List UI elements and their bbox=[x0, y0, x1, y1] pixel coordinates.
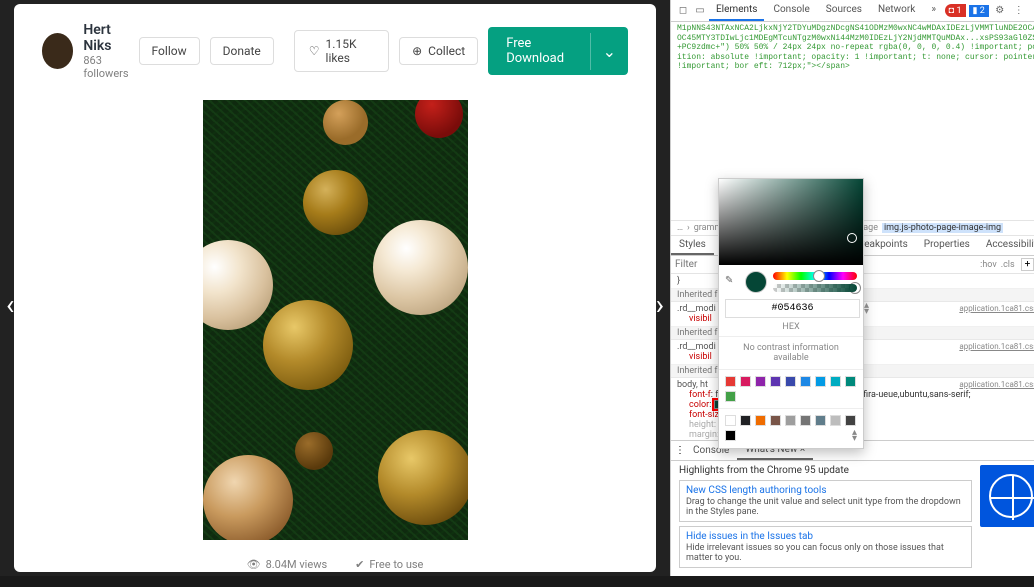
likes-count: 1.15K likes bbox=[326, 37, 375, 65]
hex-label: HEX bbox=[719, 322, 863, 336]
new-rule-button[interactable]: + bbox=[1021, 258, 1034, 271]
palette-swatch[interactable] bbox=[755, 415, 766, 426]
followers-label: 863 followers bbox=[83, 54, 128, 80]
palette-toggle-icon[interactable]: ▴▾ bbox=[852, 430, 857, 442]
download-button[interactable]: Free Download ⌄ bbox=[488, 27, 628, 75]
format-toggle-icon[interactable]: ▴▾ bbox=[864, 303, 869, 315]
palette-swatch[interactable] bbox=[845, 376, 856, 387]
current-color-swatch bbox=[745, 271, 767, 293]
palette-swatch[interactable] bbox=[830, 376, 841, 387]
palette-swatch[interactable] bbox=[800, 415, 811, 426]
saturation-field[interactable] bbox=[719, 179, 863, 265]
likes-button[interactable]: ♡ 1.15K likes bbox=[294, 30, 389, 72]
views-label: 8.04M views bbox=[266, 558, 328, 571]
accessibility-tab[interactable]: Accessibility bbox=[978, 236, 1034, 255]
palette-swatch[interactable] bbox=[755, 376, 766, 387]
devtools-tabs: Elements Console Sources Network » bbox=[709, 0, 943, 21]
plus-circle-icon: ⊕ bbox=[412, 44, 422, 58]
device-toggle-icon[interactable]: ▭ bbox=[692, 3, 708, 19]
inspect-icon[interactable]: ◻ bbox=[675, 3, 691, 19]
contrast-info: No contrast information available bbox=[719, 336, 863, 369]
drawer-menu-icon[interactable]: ⋮ bbox=[675, 445, 685, 456]
palette-swatch[interactable] bbox=[770, 376, 781, 387]
kebab-icon[interactable]: ⋮ bbox=[1011, 3, 1027, 19]
whatsnew-graphic bbox=[980, 465, 1034, 527]
avatar[interactable] bbox=[42, 33, 73, 69]
palette-swatch[interactable] bbox=[725, 376, 736, 387]
color-picker[interactable]: ✎ ▴▾ HEX No contrast information availab… bbox=[718, 178, 864, 449]
photo-modal: Hert Niks 863 followers Follow Donate ♡ … bbox=[14, 4, 656, 572]
whatsnew-card[interactable]: New CSS length authoring toolsDrag to ch… bbox=[679, 480, 972, 522]
eye-icon: 👁 bbox=[247, 558, 261, 571]
palette-swatch[interactable] bbox=[845, 415, 856, 426]
drawer-close-icon[interactable]: ✕ bbox=[1029, 445, 1034, 456]
hex-input[interactable] bbox=[725, 299, 860, 318]
tab-overflow[interactable]: » bbox=[924, 0, 943, 21]
prev-arrow-icon[interactable]: ‹ bbox=[6, 288, 14, 321]
next-arrow-icon[interactable]: › bbox=[656, 288, 664, 321]
properties-tab[interactable]: Properties bbox=[916, 236, 978, 255]
tab-network[interactable]: Network bbox=[871, 0, 922, 21]
alpha-slider[interactable] bbox=[773, 284, 857, 292]
palette-swatch[interactable] bbox=[815, 376, 826, 387]
palette-swatch[interactable] bbox=[800, 376, 811, 387]
palette-swatch[interactable] bbox=[830, 415, 841, 426]
heart-icon: ♡ bbox=[309, 44, 320, 58]
palette-swatch[interactable] bbox=[770, 415, 781, 426]
drawer-headline: Highlights from the Chrome 95 update bbox=[679, 465, 972, 476]
cls-toggle[interactable]: .cls bbox=[1001, 260, 1015, 270]
palette-swatch[interactable] bbox=[725, 415, 736, 426]
tab-elements[interactable]: Elements bbox=[709, 0, 764, 21]
palette-swatch[interactable] bbox=[785, 376, 796, 387]
gear-icon[interactable]: ⚙ bbox=[992, 3, 1008, 19]
eyedropper-icon[interactable]: ✎ bbox=[725, 275, 739, 289]
styles-tab[interactable]: Styles bbox=[671, 236, 714, 255]
palette-swatch[interactable] bbox=[725, 391, 736, 402]
palette[interactable] bbox=[719, 369, 863, 408]
check-icon: ✔ bbox=[355, 558, 364, 571]
main-photo[interactable] bbox=[203, 100, 468, 540]
palette-swatch[interactable] bbox=[725, 430, 736, 441]
error-badge[interactable]: ◘ 1 bbox=[945, 4, 966, 17]
license-label: Free to use bbox=[369, 558, 423, 571]
tab-console[interactable]: Console bbox=[766, 0, 816, 21]
tab-sources[interactable]: Sources bbox=[819, 0, 869, 21]
palette-row-2[interactable]: ▴▾ bbox=[719, 408, 863, 448]
chevron-down-icon[interactable]: ⌄ bbox=[590, 33, 628, 70]
devtools-close-icon[interactable]: ✕ bbox=[1030, 3, 1034, 19]
collect-button[interactable]: ⊕ Collect bbox=[399, 37, 478, 65]
palette-swatch[interactable] bbox=[740, 376, 751, 387]
user-name[interactable]: Hert Niks bbox=[83, 22, 128, 54]
palette-swatch[interactable] bbox=[815, 415, 826, 426]
palette-swatch[interactable] bbox=[740, 415, 751, 426]
donate-button[interactable]: Donate bbox=[210, 37, 274, 65]
follow-button[interactable]: Follow bbox=[139, 37, 200, 65]
hue-slider[interactable] bbox=[773, 272, 857, 280]
whatsnew-card[interactable]: Hide issues in the Issues tabHide irrele… bbox=[679, 526, 972, 568]
close-icon[interactable]: ✕ bbox=[22, 18, 44, 40]
hov-toggle[interactable]: :hov bbox=[980, 260, 997, 270]
palette-swatch[interactable] bbox=[785, 415, 796, 426]
info-badge[interactable]: ▮ 2 bbox=[969, 5, 989, 17]
